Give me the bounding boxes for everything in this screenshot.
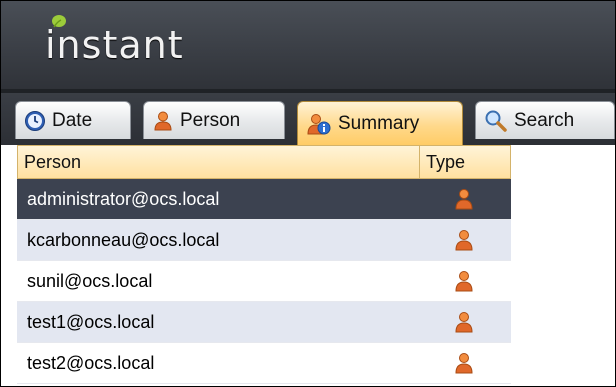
type-cell [419,269,509,293]
type-cell [419,351,509,375]
tab-summary[interactable]: Summary [297,101,463,145]
app-header: instant [1,1,615,93]
type-cell [419,187,509,211]
column-header-type[interactable]: Type [420,146,510,178]
app-window: instant Date Person Summary Search Perso… [0,0,616,387]
person-icon [154,111,172,130]
table-row[interactable]: test1@ocs.local [17,302,511,343]
table-row[interactable]: sunil@ocs.local [17,261,511,302]
app-logo: instant [45,11,265,81]
table-header: Person Type [17,145,511,179]
type-cell [419,228,509,252]
tab-search-label: Search [514,109,575,131]
logo-text: instant [45,23,184,67]
person-icon [455,271,473,292]
person-cell: test2@ocs.local [27,352,155,373]
tab-date-label: Date [52,109,93,131]
person-icon [455,230,473,251]
table-row[interactable]: test2@ocs.local [17,343,511,384]
empty-area [511,145,615,386]
table-row[interactable]: administrator@ocs.local [17,179,511,220]
person-cell: kcarbonneau@ocs.local [27,229,220,250]
tab-date[interactable]: Date [15,101,131,139]
person-cell: administrator@ocs.local [27,188,220,209]
person-cell: test1@ocs.local [27,311,155,332]
person-cell: sunil@ocs.local [27,270,153,291]
clock-icon [25,110,45,131]
column-header-person[interactable]: Person [18,146,420,178]
search-icon [485,110,507,132]
table-row[interactable]: kcarbonneau@ocs.local [17,220,511,261]
person-icon [455,312,473,333]
tab-search[interactable]: Search [475,101,615,139]
person-icon [455,353,473,374]
type-cell [419,310,509,334]
tab-summary-label: Summary [338,112,420,134]
summary-table: Person Type administrator@ocs.local kcar… [17,145,511,384]
summary-person-info-icon [307,113,331,134]
person-icon [455,189,473,210]
tab-person-label: Person [180,109,241,131]
tab-person[interactable]: Person [143,101,285,139]
